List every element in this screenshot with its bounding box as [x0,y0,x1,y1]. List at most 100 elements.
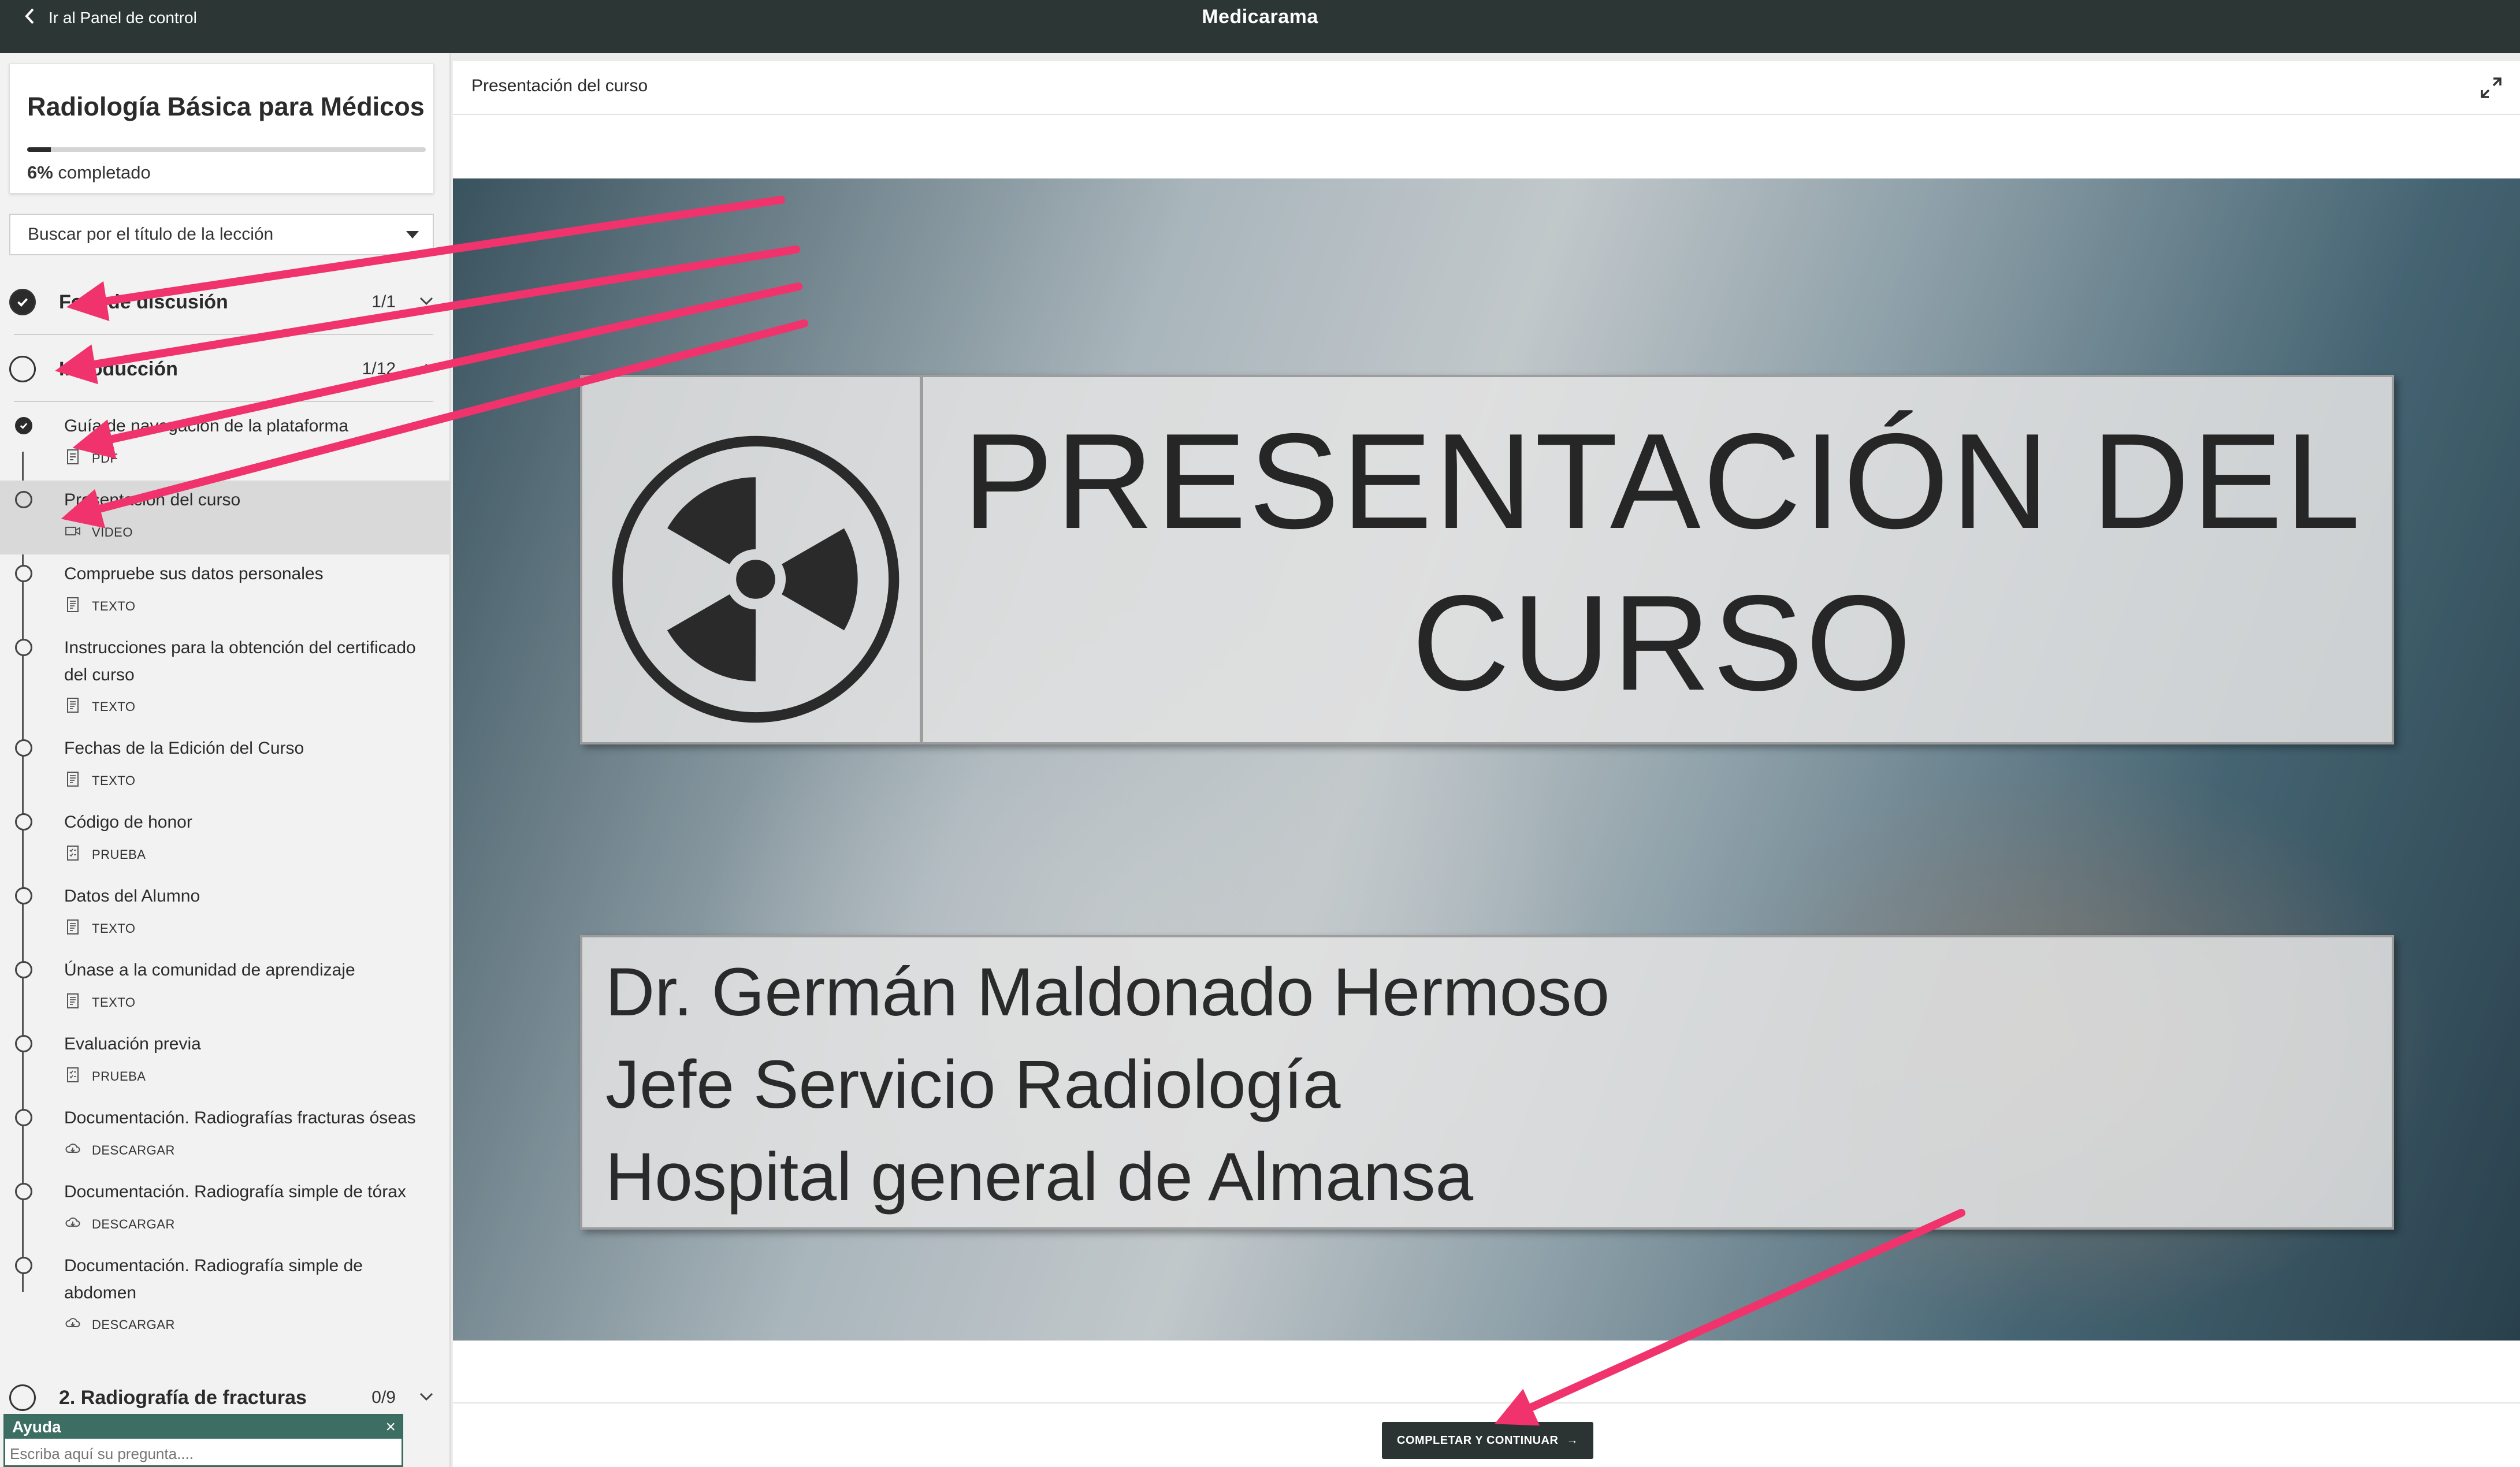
check-circle-icon [15,417,32,434]
section-count: 0/9 [371,1388,396,1407]
course-progress-bar [27,147,426,152]
section-introduction[interactable]: Introducción 1/12 [9,337,434,401]
course-sidebar: Radiología Básica para Médicos 6% comple… [0,53,451,1467]
section-count: 1/12 [362,359,396,378]
lesson-type: PRUEBA [64,844,146,865]
lesson-type-label: PRUEBA [92,1069,146,1084]
lesson-type-label: DESCARGAR [92,1217,175,1231]
lesson-title: Código de honor [64,813,192,832]
lesson-type-label: TEXTO [92,773,136,788]
top-bar: Ir al Panel de control Medicarama [0,0,2520,53]
course-title: Radiología Básica para Médicos [27,92,425,121]
lesson-title: Guía de navegación de la plataforma [64,416,348,435]
lesson-footer: COMPLETAR Y CONTINUAR → [453,1402,2520,1467]
text-doc-icon [64,770,81,791]
lesson-item[interactable]: Documentación. Radiografía simple de tór… [0,1172,449,1246]
lesson-header: Presentación del curso [453,61,2520,115]
lesson-title: Documentación. Radiografía simple de abd… [64,1256,363,1302]
help-title: Ayuda [5,1416,402,1439]
lesson-item[interactable]: Evaluación previa PRUEBA [0,1025,449,1099]
lesson-title: Documentación. Radiografías fracturas ós… [64,1108,416,1127]
lesson-item[interactable]: Código de honor PRUEBA [0,803,449,877]
complete-and-continue-button[interactable]: COMPLETAR Y CONTINUAR → [1382,1422,1593,1459]
empty-circle-icon [15,1183,32,1200]
slide-title-line: PRESENTACIÓN DEL [962,405,2363,557]
check-circle-icon [9,289,36,315]
empty-circle-icon [15,491,32,508]
text-doc-icon [64,596,81,617]
empty-circle-icon [15,1109,32,1126]
lesson-type: TEXTO [64,697,135,717]
chevron-down-icon [419,1392,434,1404]
caret-down-icon [406,231,419,239]
lesson-title: Presentación del curso [64,490,241,509]
empty-circle-icon [15,1035,32,1052]
lesson-type-label: PRUEBA [92,847,146,862]
expand-icon[interactable] [2478,75,2504,100]
lesson-content: Presentación del curso PRESENTACIÓN DEL … [453,61,2520,1467]
lesson-type: DESCARGAR [64,1140,175,1161]
empty-circle-icon [15,887,32,904]
author-role: Jefe Servicio Radiología [605,1047,1341,1123]
lesson-type-label: PDF [92,451,118,466]
divider [14,334,433,335]
section-title: Introducción [59,358,178,380]
progress-percent: 6% [27,162,53,183]
empty-circle-icon [9,1384,36,1411]
lesson-title: Evaluación previa [64,1034,201,1053]
lesson-type: DESCARGAR [64,1214,175,1235]
lesson-item[interactable]: Instrucciones para la obtención del cert… [0,628,449,729]
lesson-heading: Presentación del curso [471,76,648,95]
arrow-right-icon: → [1566,1434,1578,1447]
video-icon [64,522,81,543]
lesson-type: TEXTO [64,770,135,791]
lesson-type-label: DESCARGAR [92,1317,175,1332]
lesson-title: Datos del Alumno [64,887,200,906]
lesson-item[interactable]: Datos del Alumno TEXTO [0,877,449,951]
slide-title-panel: PRESENTACIÓN DEL CURSO [580,375,2394,744]
help-question-input[interactable] [10,1443,391,1464]
lesson-item[interactable]: Únase a la comunidad de aprendizaje TEXTO [0,951,449,1025]
complete-button-label: COMPLETAR Y CONTINUAR [1397,1434,1559,1447]
text-doc-icon [64,697,81,717]
chevron-down-icon [419,296,434,308]
lesson-type-label: TEXTO [92,699,136,714]
course-progress-fill [27,147,51,152]
text-doc-icon [64,918,81,939]
empty-circle-icon [15,813,32,831]
lesson-type-label: DESCARGAR [92,1143,175,1157]
chevron-up-icon [419,363,434,375]
empty-circle-icon [15,739,32,757]
lesson-item[interactable]: Compruebe sus datos personales TEXTO [0,554,449,628]
lesson-item[interactable]: Presentación del curso VÍDEO [0,481,449,554]
empty-circle-icon [9,356,36,382]
section-discussion-forum[interactable]: Foro de discusión 1/1 [9,270,434,334]
radiation-icon [612,435,900,723]
cloud-download-icon [64,1140,81,1161]
help-widget: Ayuda × [3,1414,403,1467]
lesson-type: VÍDEO [64,522,133,543]
close-icon[interactable]: × [385,1418,396,1436]
lesson-type: PRUEBA [64,1066,146,1087]
lesson-type-label: TEXTO [92,995,136,1010]
lesson-item[interactable]: Guía de navegación de la plataforma PDF [0,407,449,481]
slide-title-line: CURSO [1411,567,1914,718]
slide-author-panel: Dr. Germán Maldonado Hermoso Jefe Servic… [580,935,2394,1230]
lesson-type-label: VÍDEO [92,525,133,539]
lesson-type: DESCARGAR [64,1315,175,1335]
lesson-item[interactable]: Documentación. Radiografía simple de abd… [0,1246,449,1347]
author-name: Dr. Germán Maldonado Hermoso [605,954,1610,1030]
video-player[interactable]: PRESENTACIÓN DEL CURSO Dr. Germán Maldon… [453,178,2520,1341]
lesson-item[interactable]: Fechas de la Edición del Curso TEXTO [0,729,449,803]
empty-circle-icon [15,961,32,978]
lesson-type-label: TEXTO [92,921,136,936]
lesson-title: Únase a la comunidad de aprendizaje [64,960,355,980]
lesson-item[interactable]: Documentación. Radiografías fracturas ós… [0,1099,449,1172]
lesson-search-select[interactable]: Buscar por el título de la lección [9,214,434,255]
slide-title: PRESENTACIÓN DEL CURSO [935,400,2391,724]
pdf-icon [64,448,81,469]
section-title: Foro de discusión [59,291,228,313]
progress-text: 6% completado [27,162,151,183]
empty-circle-icon [15,1257,32,1274]
lesson-type: TEXTO [64,918,135,939]
